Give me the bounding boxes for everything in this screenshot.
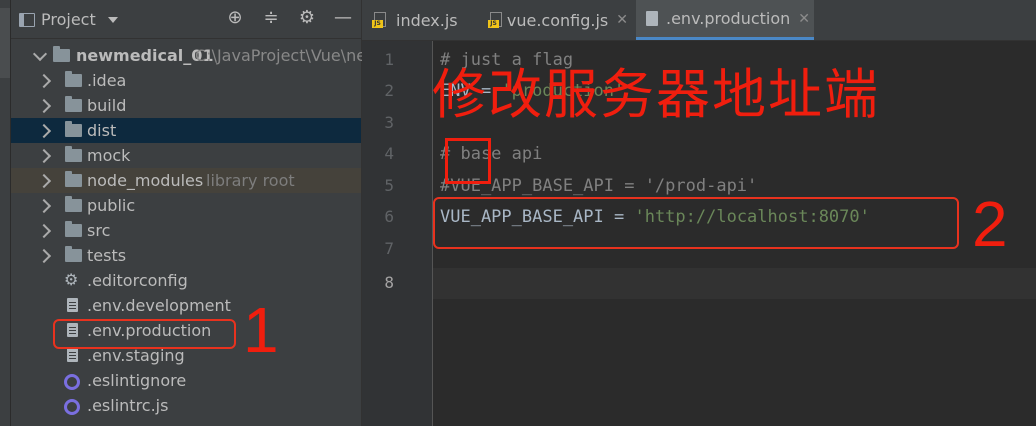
gear-icon[interactable]: ⚙ [297,8,317,28]
folder-icon [53,46,70,62]
left-tool-strip [0,0,11,426]
tree-item-label: tests [87,246,127,265]
tree-item-label: .eslintrc.js [87,396,169,415]
tab-env-production[interactable]: .env.production ✕ [636,0,814,40]
annotation-headline: 修改服务器地址端 [432,63,880,126]
chevron-right-icon[interactable] [36,223,52,239]
line-number-gutter: 1 2 3 4 5 6 7 8 [362,41,433,426]
tree-item-env-development[interactable]: .env.development [11,293,361,318]
tree-item-label: .editorconfig [87,271,188,290]
tree-item-public[interactable]: public [11,193,361,218]
project-panel: Project ⊕ ≑ ⚙ — newmedical_01 C:\JavaPro… [11,0,366,426]
minimize-icon[interactable]: — [333,8,353,28]
tree-item-node_modules[interactable]: node_modules library root [11,168,361,193]
project-window-icon [19,12,35,27]
highlight-box-env-production [53,319,236,349]
highlight-box-base-api [433,197,959,249]
line-number: 3 [384,113,394,132]
annotation-marker-1: 1 [243,294,279,366]
line-number-current: 8 [384,273,394,292]
tab-label: vue.config.js [506,10,609,30]
tree-item-eslintignore[interactable]: .eslintignore [11,368,361,393]
project-path: C:\JavaProject\Vue\ne [195,46,367,65]
tree-item-eslintrc[interactable]: .eslintrc.js [11,393,361,418]
tree-item-label: .eslintignore [87,371,187,390]
line-number: 5 [384,176,394,195]
text-file-icon [646,11,658,26]
text-file-icon [67,298,78,312]
tab-vue-config-js[interactable]: JS vue.config.js ✕ [488,0,628,40]
eslint-icon [64,399,80,415]
editor-tabs: JS index.js JS vue.config.js ✕ .env.prod… [362,0,1036,41]
tab-label: .env.production [666,9,791,28]
eslint-icon [64,374,80,390]
annotation-marker-2: 2 [972,188,1008,260]
project-tool-tab[interactable] [0,8,10,78]
chevron-right-icon[interactable] [36,148,52,164]
tree-item-label: public [87,196,136,215]
folder-icon [65,96,82,112]
collapse-icon[interactable]: ≑ [261,8,281,28]
tree-item-src[interactable]: src [11,218,361,243]
tree-item-newmedical_01[interactable]: newmedical_01 C:\JavaProject\Vue\ne [11,43,366,68]
annotation-square [445,138,491,184]
tree-item-label: build [87,96,127,115]
chevron-right-icon[interactable] [36,98,52,114]
project-view-selector[interactable]: Project [19,10,118,29]
folder-icon [65,246,82,262]
tree-item-mock[interactable]: mock [11,143,361,168]
project-tree: newmedical_01 C:\JavaProject\Vue\ne .ide… [11,43,366,418]
line-number: 1 [384,50,394,69]
folder-icon [65,121,82,137]
chevron-right-icon[interactable] [36,73,52,89]
js-file-icon: JS [372,12,388,28]
tree-item-label: src [87,221,111,240]
line-number: 2 [384,81,394,100]
tab-index-js[interactable]: JS index.js [372,0,480,40]
target-icon[interactable]: ⊕ [225,8,245,28]
tree-item-idea[interactable]: .idea [11,68,361,93]
text-file-icon [67,348,78,362]
folder-icon [65,171,82,187]
project-panel-header: Project ⊕ ≑ ⚙ — [11,0,361,39]
tree-item-label: .env.development [87,296,231,315]
folder-icon [65,196,82,212]
chevron-right-icon[interactable] [36,173,52,189]
chevron-right-icon[interactable] [36,198,52,214]
library-root-hint: library root [206,171,295,190]
js-file-icon: JS [488,12,502,28]
tree-item-tests[interactable]: tests [11,243,361,268]
close-icon[interactable]: ✕ [616,12,628,28]
current-line-highlight [433,268,1036,299]
tree-item-label: dist [87,121,117,140]
tree-item-label: .idea [87,71,127,90]
project-panel-title: Project [41,10,96,29]
line-number: 4 [384,144,394,163]
tree-item-build[interactable]: build [11,93,361,118]
close-icon[interactable]: ✕ [798,11,810,27]
panel-toolbar: ⊕ ≑ ⚙ — [225,8,353,28]
tab-label: index.js [396,10,458,30]
tree-item-editorconfig[interactable]: ⚙ .editorconfig [11,268,361,293]
tree-item-dist[interactable]: dist [11,118,361,143]
chevron-right-icon[interactable] [36,123,52,139]
config-gear-icon: ⚙ [64,270,79,289]
chevron-right-icon[interactable] [36,248,52,264]
line-number: 6 [384,207,394,226]
chevron-down-icon [107,16,118,23]
chevron-down-icon[interactable] [32,46,48,62]
folder-icon [65,71,82,87]
folder-icon [65,221,82,237]
tree-item-label: node_modules [87,171,204,190]
tree-item-label: newmedical_01 [76,46,214,65]
tree-item-label: mock [87,146,131,165]
line-number: 7 [384,239,394,258]
folder-icon [65,146,82,162]
